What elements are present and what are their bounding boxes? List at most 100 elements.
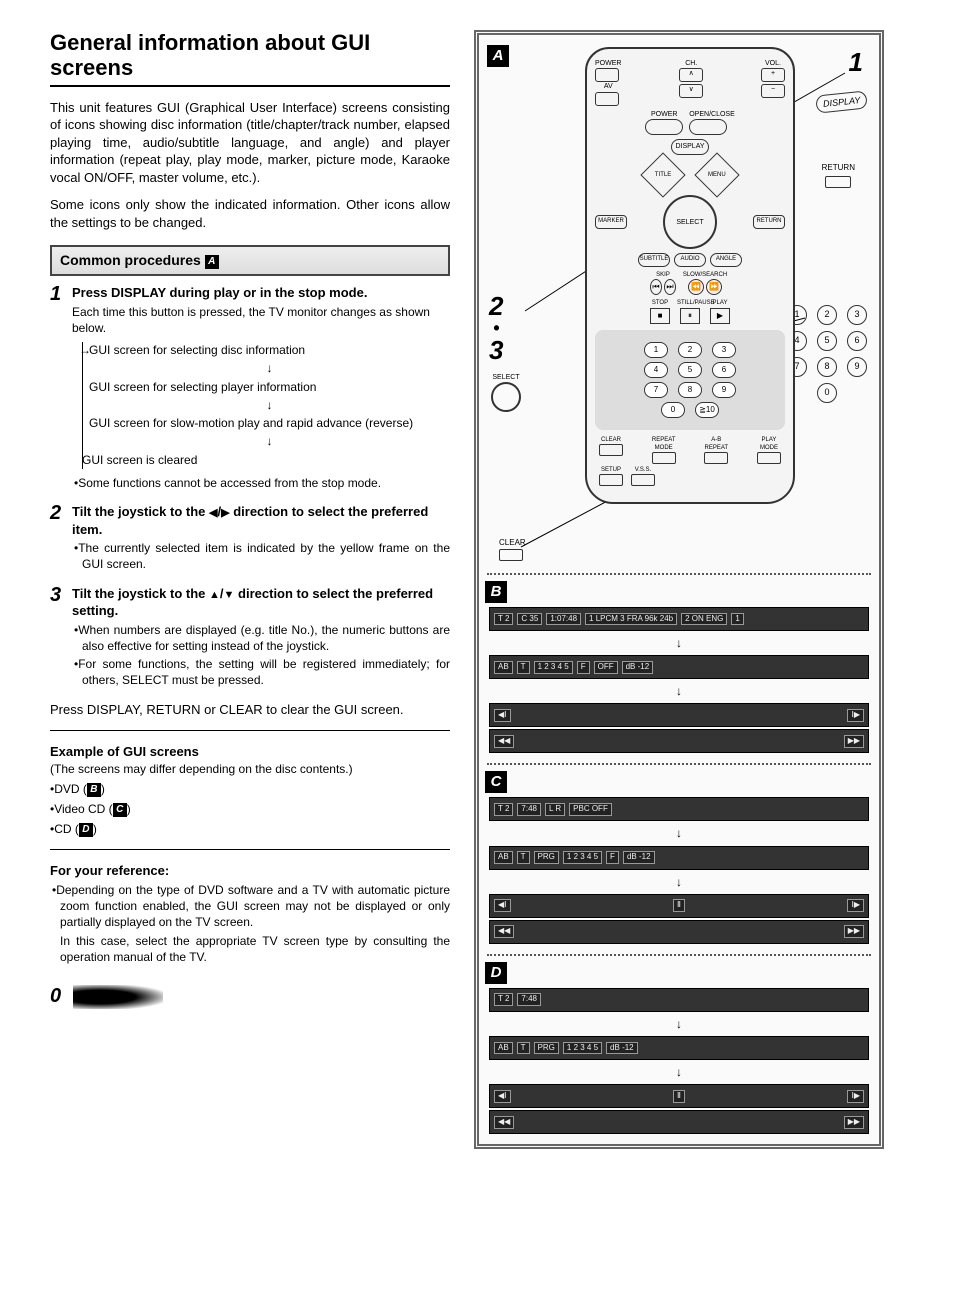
bottom-row-1: CLEAR REPEAT MODE A-B REPEAT PLAY MODE xyxy=(599,436,781,464)
b1-angle: 1 xyxy=(731,613,743,626)
intro-para-1: This unit features GUI (Graphical User I… xyxy=(50,99,450,187)
d1-time: 7:48 xyxy=(517,993,541,1006)
title-line-1: General information about GUI xyxy=(50,30,370,55)
ab-button xyxy=(704,452,728,464)
gui-bar-b3: ◀ⅠⅠ▶ xyxy=(489,703,869,727)
c2-marker: 1 2 3 4 5 xyxy=(563,851,602,864)
example-vcd: •Video CD (C) xyxy=(50,801,450,817)
b2-repeat: AB xyxy=(494,661,513,674)
badge-c: C xyxy=(485,771,507,793)
ex-vcd-label: Video CD xyxy=(54,802,105,816)
example-dvd: •DVD (B) xyxy=(50,781,450,797)
down-arrow-icon: ↓ xyxy=(89,360,450,376)
step-2: 2 Tilt the joystick to the / direction t… xyxy=(50,503,450,575)
select-text: SELECT xyxy=(676,218,703,227)
lbl-power: POWER xyxy=(595,59,621,68)
lbl-vol: VOL. xyxy=(761,59,785,68)
c1-pbc: PBC OFF xyxy=(569,803,612,816)
num-1: 1 xyxy=(644,342,668,358)
ex-cd-label: CD xyxy=(54,822,71,836)
reference-body-1: Depending on the type of DVD software an… xyxy=(56,883,450,929)
sub-audio-angle-row: SUBTITLE AUDIO ANGLE xyxy=(595,253,785,267)
slow-back-button: ⏪ xyxy=(688,279,704,295)
lbl-pause: STILL/PAUSE xyxy=(677,299,703,307)
flow-item-2: GUI screen for selecting player informat… xyxy=(89,379,450,395)
lbl-stop: STOP xyxy=(647,299,673,307)
print-smudge xyxy=(73,985,163,1009)
clear-button xyxy=(599,444,623,456)
reference-heading: For your reference: xyxy=(50,862,450,880)
return-callout: RETURN xyxy=(822,163,855,188)
example-note: (The screens may differ depending on the… xyxy=(50,761,450,777)
d3-fastfwd: ▶▶ xyxy=(844,1116,864,1129)
lbl-ch: CH. xyxy=(679,59,703,68)
left-column: General information about GUI screens Th… xyxy=(50,30,450,1010)
right-triangle-icon xyxy=(221,504,229,519)
b3-fastfwd: ▶▶ xyxy=(844,735,864,748)
b1-audio: 1 LPCM 3 FRA 96k 24b xyxy=(585,613,677,626)
badge-d-icon: D xyxy=(79,823,93,837)
page: General information about GUI screens Th… xyxy=(50,30,930,1149)
step-2-note-text: The currently selected item is indicated… xyxy=(78,541,450,571)
d1-track: T 2 xyxy=(494,993,513,1006)
step-1-number: 1 xyxy=(50,284,72,492)
d2-repeat: AB xyxy=(494,1042,513,1055)
b2-trepeat: T xyxy=(517,661,530,674)
down-arrow-icon: ↓ xyxy=(485,825,873,841)
ch-up-button: ∧ xyxy=(679,68,703,82)
num-3: 3 xyxy=(712,342,736,358)
b1-time: 1:07:48 xyxy=(546,613,581,626)
lbl-clear: CLEAR xyxy=(599,436,623,444)
example-cd: •CD (D) xyxy=(50,821,450,837)
num-7: 7 xyxy=(644,382,668,398)
step-2-body: Tilt the joystick to the / direction to … xyxy=(72,503,450,575)
section-badge-a: A xyxy=(205,255,219,269)
lbl-av: AV xyxy=(595,82,621,91)
number-pad: 123 456 789 0≧10 xyxy=(595,330,785,430)
c2-trepeat: T xyxy=(517,851,530,864)
gui-bar-b2: AB T 1 2 3 4 5 F OFF dB -12 xyxy=(489,655,869,679)
num-8: 8 xyxy=(678,382,702,398)
gui-bar-c3: ◀ⅠⅡⅠ▶ xyxy=(489,894,869,918)
clear-callout-text: CLEAR xyxy=(499,538,526,549)
reference-bullet: •Depending on the type of DVD software a… xyxy=(50,882,450,931)
up-triangle-icon xyxy=(209,586,220,601)
bottom-row-2: SETUP V.S.S. xyxy=(599,466,781,486)
stop-button: ■ xyxy=(650,308,670,324)
select-ring-icon xyxy=(491,382,521,412)
c2-vol: dB -12 xyxy=(623,851,655,864)
d2-vol: dB -12 xyxy=(606,1042,638,1055)
angle-button: ANGLE xyxy=(710,253,742,267)
press-clear-note: Press DISPLAY, RETURN or CLEAR to clear … xyxy=(50,701,450,719)
badge-b: B xyxy=(485,581,507,603)
down-arrow-icon: ↓ xyxy=(89,397,450,413)
return-button-icon xyxy=(825,176,851,188)
lbl-playmode: PLAY MODE xyxy=(757,436,781,452)
b2-vol: dB -12 xyxy=(622,661,654,674)
numref-3: 3 xyxy=(847,305,867,325)
remote-top-row: POWERAV CH.∧∨ VOL.+− xyxy=(595,59,785,106)
b3-fastrew: ◀◀ xyxy=(494,735,514,748)
joystick-row: MARKER SELECT RETURN xyxy=(595,195,785,249)
step-3: 3 Tilt the joystick to the / direction t… xyxy=(50,585,450,691)
slow-fwd-button: ⏩ xyxy=(706,279,722,295)
num-5: 5 xyxy=(678,362,702,378)
vol-up-button: + xyxy=(761,68,785,82)
badge-d: D xyxy=(485,962,507,984)
page-number-text: 0 xyxy=(50,985,61,1007)
d2-mode: PRG xyxy=(534,1042,559,1055)
clear-callout: CLEAR xyxy=(499,538,526,561)
numref-6: 6 xyxy=(847,331,867,351)
callout-3: 3 xyxy=(489,337,503,363)
skip-back-button: ⏮ xyxy=(650,279,662,295)
play-button: ▶ xyxy=(710,308,730,324)
gui-bar-d3b: ◀◀▶▶ xyxy=(489,1110,869,1134)
numref-0: 0 xyxy=(817,383,837,403)
skip-fwd-button: ⏭ xyxy=(664,279,676,295)
gui-bar-c2: AB T PRG 1 2 3 4 5 F dB -12 xyxy=(489,846,869,870)
menu-text: MENU xyxy=(708,171,726,179)
c3-pause: Ⅱ xyxy=(673,899,685,912)
title-line-2: screens xyxy=(50,55,133,80)
ex-dvd-label: DVD xyxy=(54,782,79,796)
b2-karaoke: OFF xyxy=(594,661,618,674)
